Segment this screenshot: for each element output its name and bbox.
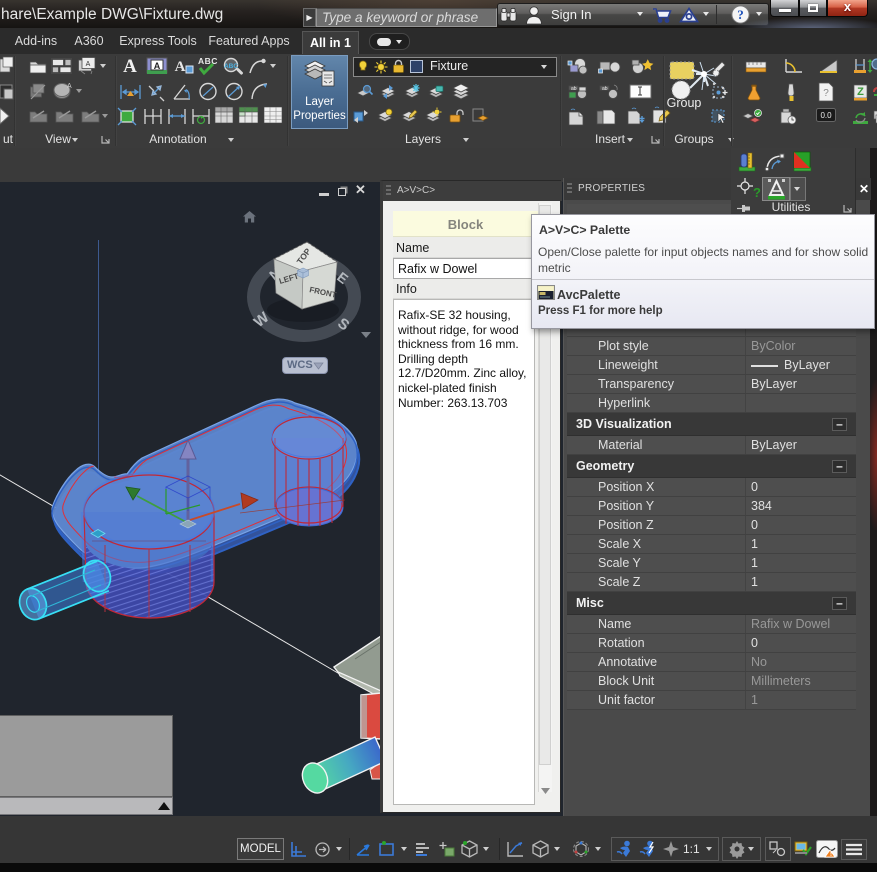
svg-text:ab: ab (602, 86, 608, 92)
svg-text:ABC: ABC (224, 63, 238, 70)
svg-text:?: ? (823, 88, 829, 99)
svg-text:!: ! (830, 852, 832, 858)
svg-text:ABC: ABC (198, 56, 218, 66)
svg-text:A: A (175, 59, 186, 75)
svg-text:A: A (86, 61, 91, 68)
svg-text:A: A (67, 83, 72, 90)
svg-text:Z: Z (857, 86, 864, 98)
svg-text:A: A (154, 61, 161, 71)
svg-text:ab: ab (571, 86, 577, 92)
svg-text:?: ? (753, 185, 761, 200)
svg-text:0.0: 0.0 (820, 111, 832, 120)
